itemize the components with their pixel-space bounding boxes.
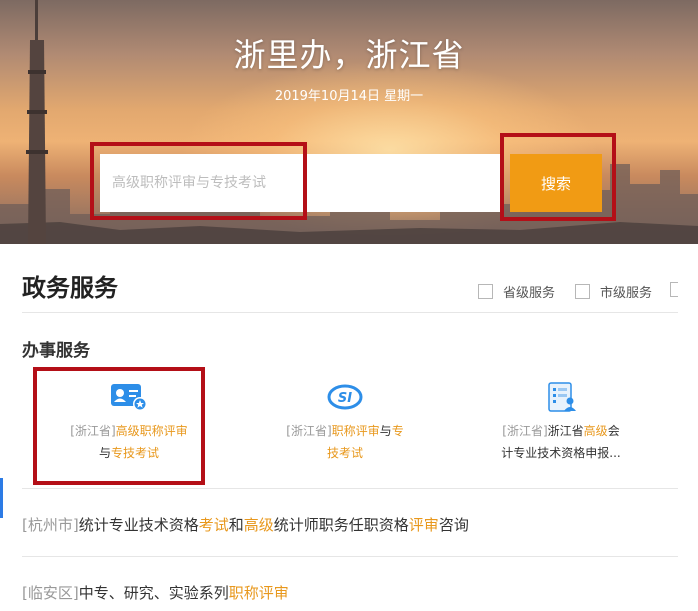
id-card-icon: [111, 384, 147, 411]
hero-date: 2019年10月14日 星期一: [274, 89, 424, 104]
filter-provincial[interactable]: 省级服务: [478, 282, 555, 301]
service-1-text: 专技考试: [111, 446, 160, 460]
list-item-prefix: [临安区]: [22, 584, 79, 602]
service-3-prefix: [浙江省]: [502, 424, 548, 438]
service-card-2[interactable]: SI [浙江省]职称评审与专 技考试: [260, 382, 430, 464]
service-3-text: 高级: [583, 424, 608, 438]
hero-title: 浙里办，浙江省: [233, 36, 465, 74]
checkbox-provincial[interactable]: [478, 284, 493, 299]
service-3-text: 计专业技术资格申报...: [501, 446, 621, 460]
left-edge-accent: [0, 478, 3, 518]
service-2-text: 技考试: [326, 446, 363, 460]
list-divider: [22, 556, 678, 557]
checkbox-partial[interactable]: [670, 282, 678, 297]
filter-provincial-label: 省级服务: [503, 286, 556, 301]
filter-city[interactable]: 市级服务: [575, 282, 652, 301]
list-item-text: 中专、研究、实验系列: [78, 584, 229, 602]
checkbox-city[interactable]: [575, 284, 590, 299]
svg-text:SI: SI: [338, 391, 352, 406]
service-2-text: 专: [391, 424, 404, 438]
service-1-text: 与: [98, 446, 111, 460]
list-item[interactable]: [杭州市]统计专业技术资格考试和高级统计师职务任职资格评审咨询: [22, 514, 469, 535]
social-security-logo-icon: SI: [327, 384, 363, 410]
section-divider: [22, 312, 678, 313]
subsection-title: 办事服务: [22, 341, 90, 361]
search-button[interactable]: 搜索: [510, 154, 602, 212]
filter-city-label: 市级服务: [600, 286, 653, 301]
service-3-text: 浙江省: [547, 424, 584, 438]
list-item-keyword: 考试: [198, 516, 229, 534]
list-item-keyword: 高级: [243, 516, 274, 534]
service-1-prefix: [浙江省]: [70, 424, 116, 438]
service-card-3[interactable]: [浙江省]浙江省高级会 计专业技术资格申报...: [476, 382, 646, 464]
search-input[interactable]: [100, 154, 504, 212]
list-item-keyword: 评审: [408, 516, 439, 534]
service-3-text: 会: [607, 424, 620, 438]
service-2-text: 职称评审: [331, 424, 380, 438]
cards-divider: [22, 488, 678, 489]
list-item-text: 咨询: [438, 516, 469, 534]
list-item-text: 统计师职务任职资格: [273, 516, 409, 534]
service-2-prefix: [浙江省]: [286, 424, 332, 438]
section-title: 政务服务: [22, 274, 118, 302]
list-item[interactable]: [临安区]中专、研究、实验系列职称评审: [22, 582, 289, 603]
hero-banner: 浙里办，浙江省 2019年10月14日 星期一 搜索: [0, 0, 698, 244]
document-person-icon: [548, 382, 576, 412]
service-card-1[interactable]: [浙江省]高级职称评审 与专技考试: [44, 382, 214, 464]
service-1-text: 高级职称评审: [115, 424, 188, 438]
list-item-text: 统计专业技术资格: [78, 516, 199, 534]
list-item-text: 和: [228, 516, 244, 534]
service-2-text: 与: [379, 424, 392, 438]
list-item-keyword: 职称评审: [228, 584, 289, 602]
list-item-prefix: [杭州市]: [22, 516, 79, 534]
